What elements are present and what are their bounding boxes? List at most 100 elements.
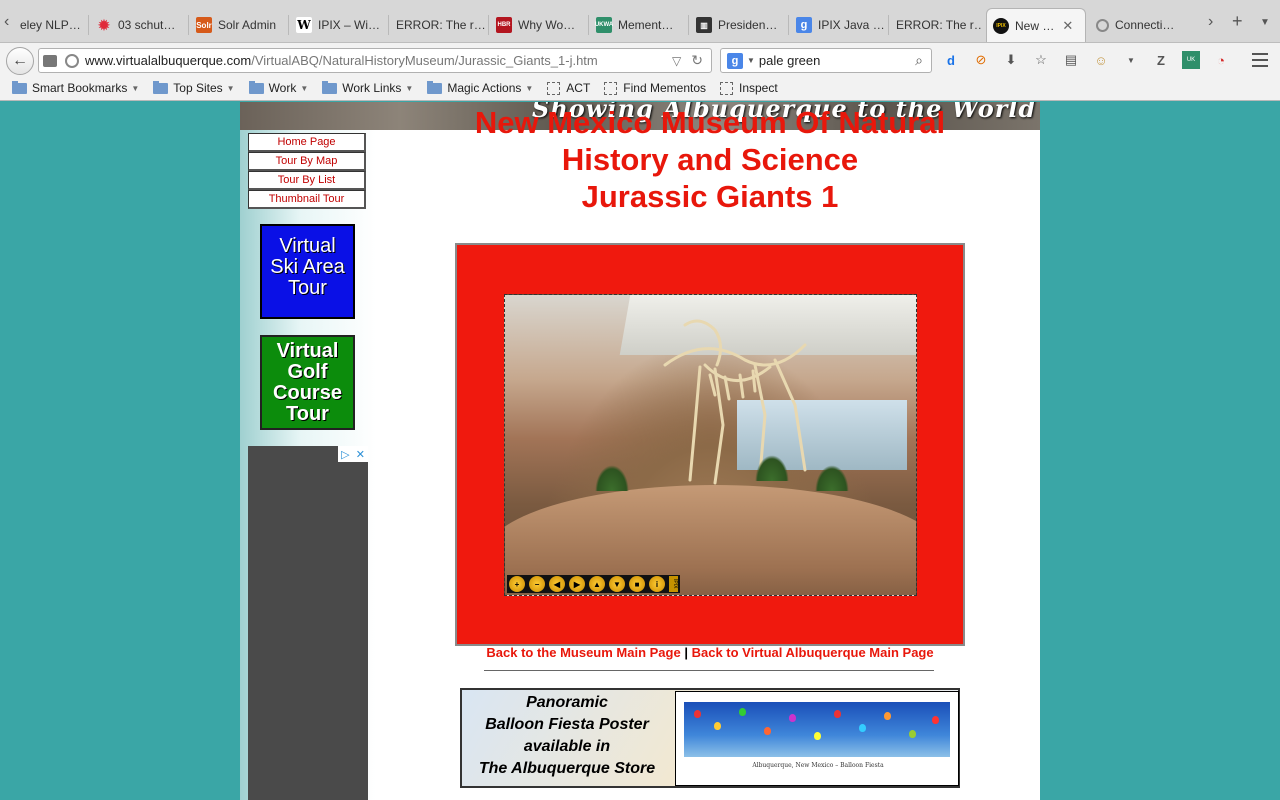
tab-label: eley NLP…	[20, 18, 81, 32]
arrow-left-icon: ←	[12, 52, 28, 69]
reload-icon[interactable]: ↻	[691, 52, 703, 69]
pan-left-icon[interactable]: ◀	[549, 576, 565, 592]
google-icon: g	[796, 17, 812, 33]
balloon-poster-ad[interactable]: Panoramic Balloon Fiesta Poster availabl…	[460, 688, 960, 788]
folder-icon	[12, 80, 27, 94]
folder-icon	[322, 80, 338, 94]
bookmark-item[interactable]: ACT	[547, 81, 590, 95]
globe-icon[interactable]	[65, 53, 79, 68]
balloon-poster-image[interactable]: Albuquerque, New Mexico – Balloon Fiesta	[675, 691, 959, 786]
back-to-main-link[interactable]: Back to Virtual Albuquerque Main Page	[692, 645, 934, 660]
new-tab-icon[interactable]: +	[1232, 11, 1243, 32]
close-ad-icon[interactable]: ✕	[356, 448, 365, 461]
face-icon[interactable]: ☺	[1092, 51, 1110, 69]
tab-label: New …	[1015, 18, 1055, 33]
bookmarklet-icon	[604, 81, 618, 95]
folder-icon	[153, 80, 169, 94]
bookmark-folder[interactable]: Top Sites ▼	[153, 80, 235, 95]
ipix-logo[interactable]: IPIX	[669, 576, 678, 592]
url-bar[interactable]: www.virtualalbuquerque.com/VirtualABQ/Na…	[38, 48, 712, 73]
search-icon[interactable]: ⌕	[915, 52, 923, 69]
ski-area-tour-banner[interactable]: Virtual Ski Area Tour	[260, 224, 355, 319]
tab-label: ERROR: The r…	[396, 18, 486, 32]
search-bar[interactable]: g ▼ pale green ⌕	[720, 48, 932, 73]
back-to-museum-link[interactable]: Back to the Museum Main Page	[486, 645, 680, 660]
solr-icon: Solr	[196, 17, 212, 33]
divider	[484, 670, 934, 671]
tab-list-icon[interactable]: ▼	[1260, 17, 1270, 28]
bookmark-item[interactable]: Find Mementos	[604, 81, 706, 95]
panorama-viewer[interactable]: + − ◀ ▶ ▲ ▼ ■ i IPIX	[504, 294, 917, 596]
page-title: New Mexico Museum Of Natural History and…	[474, 105, 946, 214]
side-nav: Home Page Tour By Map Tour By List Thumb…	[248, 133, 366, 209]
tab-label: IPIX – Wi…	[318, 18, 381, 32]
download-icon[interactable]: ⬇	[1002, 51, 1020, 69]
url-domain: www.virtualalbuquerque.com	[85, 53, 252, 68]
back-button[interactable]: ←	[6, 47, 34, 75]
loading-icon	[1096, 18, 1109, 32]
tab[interactable]: HBR Why Wo…	[490, 9, 586, 41]
zoom-in-icon[interactable]: +	[509, 576, 525, 592]
tab[interactable]: ✹ 03 schut…	[90, 9, 186, 41]
tab[interactable]: Solr Solr Admin	[190, 9, 286, 41]
dropdown-arrow-icon[interactable]: ▽	[672, 54, 681, 68]
bookmark-folder[interactable]: Work ▼	[248, 80, 308, 95]
info-icon[interactable]: i	[649, 576, 665, 592]
dictionary-icon[interactable]: d	[942, 51, 960, 69]
tab[interactable]: g IPIX Java …	[790, 9, 886, 41]
pan-right-icon[interactable]: ▶	[569, 576, 585, 592]
tab-label: Mement…	[618, 18, 674, 32]
panorama-frame: + − ◀ ▶ ▲ ▼ ■ i IPIX	[455, 243, 965, 646]
archive-icon: ▥	[696, 17, 712, 33]
tab[interactable]: ERROR: The r…	[390, 9, 486, 41]
tab-scroll-right-icon[interactable]: ›	[1208, 13, 1213, 31]
tab[interactable]: W IPIX – Wi…	[290, 9, 386, 41]
bookmark-star-icon[interactable]: ☆	[1032, 51, 1050, 69]
chevron-down-icon[interactable]: ▼	[1122, 51, 1140, 69]
google-search-engine-icon[interactable]: g	[727, 52, 743, 69]
poster-ad-text: Panoramic Balloon Fiesta Poster availabl…	[478, 694, 656, 777]
url-path: /VirtualABQ/NaturalHistoryMuseum/Jurassi…	[251, 53, 598, 68]
nav-home-page[interactable]: Home Page	[248, 133, 366, 152]
engine-caret-icon[interactable]: ▼	[747, 56, 755, 65]
tab[interactable]: UKWA Mement…	[590, 9, 686, 41]
tab[interactable]: ERROR: The r…	[890, 9, 982, 41]
search-input[interactable]: pale green	[759, 53, 820, 68]
tab[interactable]: Connecti…	[1090, 9, 1186, 41]
bookmark-folder[interactable]: Magic Actions ▼	[427, 80, 533, 95]
bookmarklet-icon	[720, 81, 733, 95]
folder-icon	[248, 80, 264, 94]
grid-icon[interactable]	[43, 54, 57, 67]
nav-tour-by-list[interactable]: Tour By List	[248, 171, 366, 190]
pan-down-icon[interactable]: ▼	[609, 576, 625, 592]
advertisement[interactable]: ▷ ✕	[248, 446, 368, 800]
tab[interactable]: ▥ Presiden…	[690, 9, 786, 41]
menu-icon[interactable]	[1252, 53, 1268, 67]
adblock-icon[interactable]: ⊘	[972, 51, 990, 69]
back-links: Back to the Museum Main Page | Back to V…	[486, 645, 934, 660]
tab-scroll-left-icon[interactable]: ‹	[4, 13, 9, 31]
nav-tour-by-map[interactable]: Tour By Map	[248, 152, 366, 171]
bookmark-item[interactable]: Inspect	[720, 81, 778, 95]
bookmark-folder[interactable]: Smart Bookmarks ▼	[12, 80, 139, 95]
poster-caption: Albuquerque, New Mexico – Balloon Fiesta	[752, 762, 884, 769]
pan-up-icon[interactable]: ▲	[589, 576, 605, 592]
close-icon[interactable]: ✕	[1062, 18, 1073, 34]
tab-strip: ‹ eley NLP… ✹ 03 schut… Solr Solr Admin …	[0, 0, 1280, 46]
ukwa-icon[interactable]: UK	[1182, 51, 1200, 69]
nav-thumbnail-tour[interactable]: Thumbnail Tour	[248, 190, 366, 209]
zotero-icon[interactable]: Z	[1152, 51, 1170, 69]
hbr-icon: HBR	[496, 17, 512, 33]
zoom-out-icon[interactable]: −	[529, 576, 545, 592]
bookmark-folder[interactable]: Work Links ▼	[322, 80, 413, 95]
golf-course-tour-banner[interactable]: Virtual Golf Course Tour	[260, 335, 355, 430]
tab-active[interactable]: IPIX New … ✕	[986, 8, 1086, 42]
tab-label: IPIX Java …	[818, 18, 885, 32]
pocket-icon[interactable]: ◔	[1212, 51, 1230, 69]
tab-label: Why Wo…	[518, 18, 576, 32]
adchoices-icon[interactable]: ▷	[341, 448, 349, 461]
stop-icon[interactable]: ■	[629, 576, 645, 592]
tab[interactable]: eley NLP…	[14, 9, 86, 41]
reader-icon[interactable]: ▤	[1062, 51, 1080, 69]
viewer-controls: + − ◀ ▶ ▲ ▼ ■ i IPIX	[507, 575, 680, 593]
